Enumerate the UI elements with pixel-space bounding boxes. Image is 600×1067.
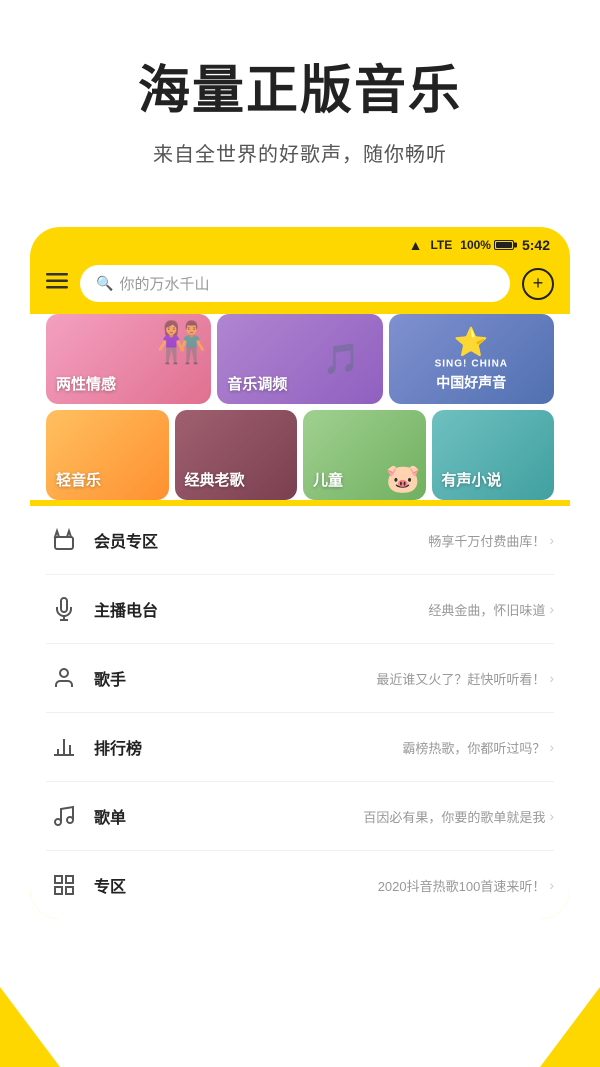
cell-label-music: 音乐调频 [227, 373, 287, 394]
cell-label-qingyinyue: 轻音乐 [56, 469, 101, 490]
menu-item-chart[interactable]: 排行榜 霸榜热歌，你都听过吗？ › [46, 713, 554, 782]
playlist-desc: 百因必有果，你要的歌单就是我 [363, 807, 545, 826]
piggy-icon: 🐷 [386, 462, 421, 495]
radio-desc: 经典金曲，怀旧味道 [428, 600, 545, 619]
chart-arrow: › [549, 739, 554, 755]
search-icon: 🔍 [96, 275, 113, 292]
grid-cell-qingyinyue[interactable]: 轻音乐 [46, 410, 169, 500]
chart-name: 排行榜 [94, 735, 402, 759]
radio-name: 主播电台 [94, 597, 428, 621]
menu-item-special[interactable]: 专区 2020抖音热歌100首速来听！ › [46, 851, 554, 919]
person-deco: 👫 [157, 319, 207, 366]
grid-cell-yousheng[interactable]: 有声小说 [432, 410, 555, 500]
search-placeholder: 你的万水千山 [119, 273, 209, 294]
menu-item-radio[interactable]: 主播电台 经典金曲，怀旧味道 › [46, 575, 554, 644]
grid-row-2: 轻音乐 经典老歌 🐷 儿童 有声小说 [46, 410, 554, 500]
menu-list: 会员专区 畅享千万付费曲库！ › 主播电台 经典金曲，怀旧味道 › [30, 506, 570, 919]
chart-desc: 霸榜热歌，你都听过吗？ [402, 738, 545, 757]
grid-cell-haoying[interactable]: ⭐ SING! CHINA 中国好声音 [389, 314, 554, 404]
menu-item-vip[interactable]: 会员专区 畅享千万付费曲库！ › [46, 506, 554, 575]
china-voice-logo: ⭐ SING! CHINA 中国好声音 [435, 326, 508, 393]
deco-triangle-right [540, 987, 600, 1067]
vip-desc: 畅享千万付费曲库！ [428, 531, 545, 550]
grid-cell-ertong[interactable]: 🐷 儿童 [303, 410, 426, 500]
grid-section: 👫 两性情感 🎵 音乐调频 ⭐ SING! CHINA 中国好声音 [30, 314, 570, 500]
vip-name: 会员专区 [94, 528, 428, 552]
special-desc: 2020抖音热歌100首速来听！ [378, 876, 546, 895]
playlist-icon [46, 798, 82, 834]
add-button[interactable]: + [522, 268, 554, 300]
battery-info: 100% [460, 238, 514, 252]
phone-card: ▲ LTE 100% 5:42 🔍 你的万水千山 + 👫 两 [30, 227, 570, 919]
battery-icon [494, 240, 514, 250]
grid-cell-music[interactable]: 🎵 音乐调频 [217, 314, 382, 404]
special-name: 专区 [94, 873, 378, 897]
special-icon [46, 867, 82, 903]
cell-label-yousheng: 有声小说 [442, 469, 502, 490]
special-arrow: › [549, 877, 554, 893]
vip-arrow: › [549, 532, 554, 548]
playlist-arrow: › [549, 808, 554, 824]
signal-icon: ▲ [409, 237, 423, 253]
hamburger-icon[interactable] [46, 272, 68, 295]
people-deco: 🎵 [300, 314, 383, 404]
grid-cell-liangsex[interactable]: 👫 两性情感 [46, 314, 211, 404]
vip-icon [46, 522, 82, 558]
menu-item-singer[interactable]: 歌手 最近谁又火了？赶快听听看！ › [46, 644, 554, 713]
sub-title: 来自全世界的好歌声，随你畅听 [40, 138, 560, 167]
cell-label-jingdian: 经典老歌 [185, 469, 245, 490]
time-display: 5:42 [522, 237, 550, 253]
lte-label: LTE [430, 238, 452, 252]
deco-triangle-left [0, 987, 60, 1067]
menu-item-playlist[interactable]: 歌单 百因必有果，你要的歌单就是我 › [46, 782, 554, 851]
top-section: 海量正版音乐 来自全世界的好歌声，随你畅听 [0, 0, 600, 207]
singer-name: 歌手 [94, 666, 376, 690]
cell-label-ertong: 儿童 [313, 469, 343, 490]
playlist-name: 歌单 [94, 804, 363, 828]
cell-label-liangsex: 两性情感 [56, 373, 116, 394]
chart-icon [46, 729, 82, 765]
search-bar[interactable]: 🔍 你的万水千山 [80, 265, 510, 302]
singer-arrow: › [549, 670, 554, 686]
main-title: 海量正版音乐 [40, 60, 560, 122]
singer-desc: 最近谁又火了？赶快听听看！ [376, 669, 545, 688]
status-bar: ▲ LTE 100% 5:42 [30, 227, 570, 259]
radio-icon [46, 591, 82, 627]
singer-icon [46, 660, 82, 696]
grid-cell-jingdian[interactable]: 经典老歌 [175, 410, 298, 500]
grid-row-1: 👫 两性情感 🎵 音乐调频 ⭐ SING! CHINA 中国好声音 [46, 314, 554, 404]
radio-arrow: › [549, 601, 554, 617]
search-row: 🔍 你的万水千山 + [30, 259, 570, 314]
